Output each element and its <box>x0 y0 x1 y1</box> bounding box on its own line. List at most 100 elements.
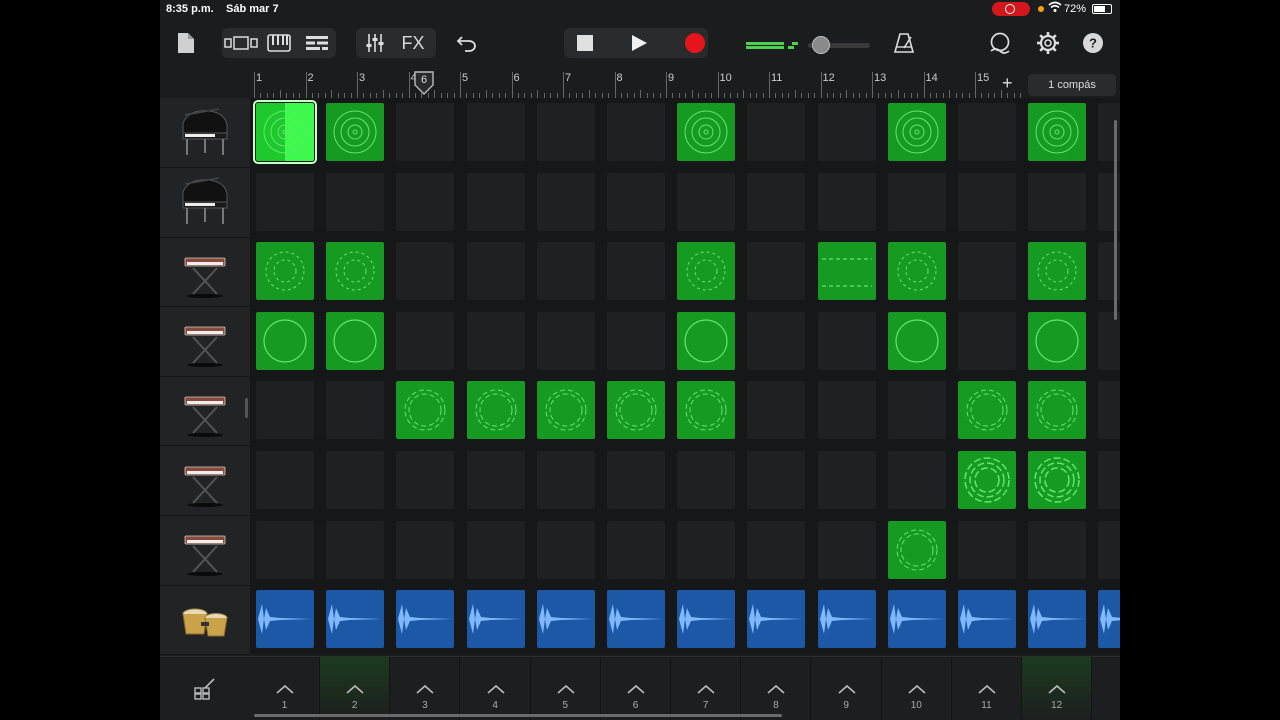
empty-cell[interactable] <box>1098 520 1120 579</box>
empty-cell[interactable] <box>747 520 806 579</box>
fx-button[interactable]: FX <box>396 28 430 58</box>
track-header[interactable] <box>160 98 250 168</box>
empty-cell[interactable] <box>747 381 806 440</box>
empty-cell[interactable] <box>958 520 1016 579</box>
audio-loop-cell[interactable] <box>1028 590 1087 649</box>
horizontal-scrollbar[interactable] <box>254 714 782 717</box>
column-trigger[interactable]: 2 <box>320 657 391 720</box>
tracks-view-button[interactable] <box>300 28 334 58</box>
loop-cell[interactable] <box>326 242 385 301</box>
empty-cell[interactable] <box>536 103 595 161</box>
audio-loop-cell[interactable] <box>256 590 314 649</box>
column-trigger[interactable]: 9 <box>812 657 882 720</box>
empty-cell[interactable] <box>396 520 455 579</box>
column-trigger[interactable]: 11 <box>952 657 1022 720</box>
column-trigger[interactable]: 12 <box>1022 657 1093 720</box>
empty-cell[interactable] <box>747 451 806 509</box>
empty-cell[interactable] <box>607 451 665 509</box>
empty-cell[interactable] <box>326 520 385 579</box>
empty-cell[interactable] <box>536 242 595 301</box>
browser-view-button[interactable] <box>222 28 260 58</box>
track-header[interactable] <box>160 446 250 516</box>
loop-cell[interactable] <box>1028 311 1087 370</box>
empty-cell[interactable] <box>396 242 455 301</box>
volume-slider-knob[interactable] <box>812 36 830 54</box>
empty-cell[interactable] <box>1098 451 1120 509</box>
empty-cell[interactable] <box>817 103 876 161</box>
loop-cell[interactable] <box>326 311 385 370</box>
empty-cell[interactable] <box>396 311 455 370</box>
loop-cell[interactable] <box>1028 381 1087 440</box>
loop-cell[interactable] <box>887 520 946 579</box>
master-volume[interactable] <box>746 36 870 54</box>
empty-cell[interactable] <box>817 381 876 440</box>
empty-cell[interactable] <box>396 451 455 509</box>
empty-cell[interactable] <box>256 172 314 231</box>
loop-cell[interactable] <box>536 381 595 440</box>
column-trigger[interactable]: 4 <box>461 657 531 720</box>
track-header[interactable] <box>160 237 250 308</box>
empty-cell[interactable] <box>677 520 736 579</box>
empty-cell[interactable] <box>958 311 1016 370</box>
empty-cell[interactable] <box>607 103 665 161</box>
empty-cell[interactable] <box>958 172 1016 231</box>
vertical-scrollbar[interactable] <box>1114 120 1117 320</box>
help-button[interactable]: ? <box>1080 28 1106 58</box>
track-header[interactable] <box>160 307 250 377</box>
empty-cell[interactable] <box>1028 520 1087 579</box>
empty-cell[interactable] <box>747 103 806 161</box>
column-trigger[interactable]: 3 <box>390 657 461 720</box>
loop-cell[interactable] <box>396 381 455 440</box>
audio-loop-cell[interactable] <box>677 590 736 649</box>
column-trigger[interactable]: 7 <box>671 657 742 720</box>
undo-button[interactable] <box>452 28 482 58</box>
column-trigger[interactable]: 10 <box>882 657 952 720</box>
empty-cell[interactable] <box>466 520 525 579</box>
loop-cell[interactable] <box>607 381 665 440</box>
stop-button[interactable] <box>570 28 600 58</box>
audio-loop-cell[interactable] <box>817 590 876 649</box>
empty-cell[interactable] <box>466 103 525 161</box>
empty-cell[interactable] <box>607 520 665 579</box>
loop-cell[interactable] <box>677 103 736 161</box>
empty-cell[interactable] <box>1098 311 1120 370</box>
audio-loop-cell[interactable] <box>887 590 946 649</box>
loop-cell[interactable] <box>817 242 876 301</box>
metronome-button[interactable] <box>890 28 918 58</box>
empty-cell[interactable] <box>1098 381 1120 440</box>
audio-loop-cell[interactable] <box>747 590 806 649</box>
loop-cell[interactable] <box>677 311 736 370</box>
audio-loop-cell[interactable] <box>466 590 525 649</box>
empty-cell[interactable] <box>256 451 314 509</box>
loop-browser-button[interactable] <box>986 28 1014 58</box>
empty-cell[interactable] <box>396 103 455 161</box>
loop-cell[interactable] <box>466 381 525 440</box>
empty-cell[interactable] <box>466 172 525 231</box>
loop-cell[interactable] <box>958 381 1016 440</box>
empty-cell[interactable] <box>1028 172 1087 231</box>
track-header[interactable] <box>160 516 250 586</box>
loop-cell[interactable] <box>887 103 946 161</box>
empty-cell[interactable] <box>396 172 455 231</box>
empty-cell[interactable] <box>817 520 876 579</box>
empty-cell[interactable] <box>256 381 314 440</box>
empty-cell[interactable] <box>607 242 665 301</box>
empty-cell[interactable] <box>326 172 385 231</box>
track-header[interactable] <box>160 376 250 447</box>
my-songs-button[interactable] <box>174 28 198 58</box>
empty-cell[interactable] <box>536 311 595 370</box>
empty-cell[interactable] <box>887 172 946 231</box>
empty-cell[interactable] <box>747 172 806 231</box>
empty-cell[interactable] <box>677 172 736 231</box>
playhead[interactable]: 6 <box>413 70 435 96</box>
empty-cell[interactable] <box>536 451 595 509</box>
bar-ruler[interactable]: 1 2 3 4 5 6 7 8 9 10 11 12 13 14 15 <box>250 70 1120 99</box>
empty-cell[interactable] <box>326 381 385 440</box>
empty-cell[interactable] <box>536 520 595 579</box>
empty-cell[interactable] <box>607 172 665 231</box>
track-resize-handle[interactable] <box>245 398 248 418</box>
empty-cell[interactable] <box>817 172 876 231</box>
empty-cell[interactable] <box>677 451 736 509</box>
loop-cell[interactable] <box>887 242 946 301</box>
column-trigger[interactable]: 5 <box>531 657 601 720</box>
